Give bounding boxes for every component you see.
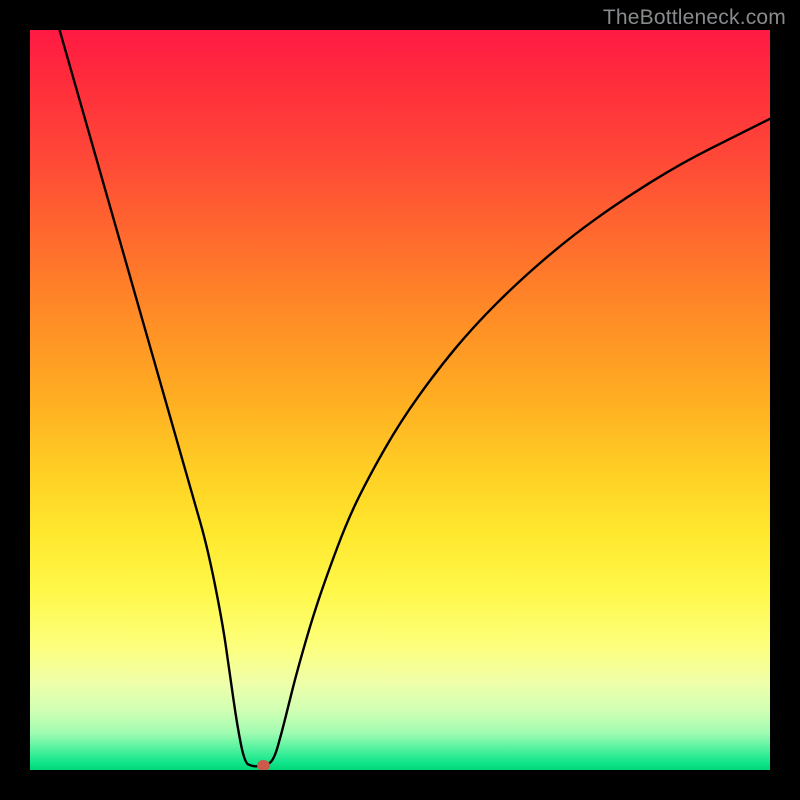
plot-svg bbox=[30, 30, 770, 770]
bottleneck-curve-line bbox=[60, 30, 770, 766]
minimum-marker-dot bbox=[257, 760, 270, 770]
plot-area bbox=[30, 30, 770, 770]
watermark-text: TheBottleneck.com bbox=[603, 6, 786, 30]
chart-stage: TheBottleneck.com bbox=[0, 0, 800, 800]
